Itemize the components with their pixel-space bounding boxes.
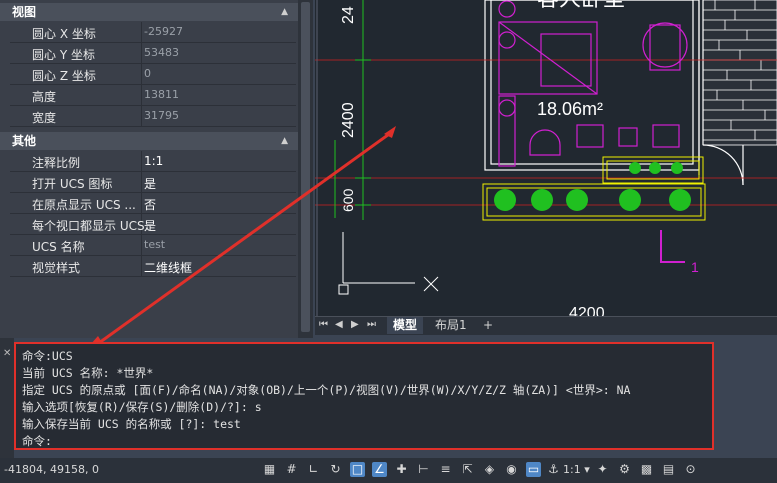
snap-grid-icon[interactable]: # [284, 462, 299, 477]
command-input[interactable]: 命令: [22, 433, 52, 449]
command-line: 输入保存当前 UCS 的名称或 [?]: test [22, 417, 241, 431]
dynamic-ucs-icon[interactable]: ⊢ [416, 462, 431, 477]
properties-icon[interactable]: ▤ [661, 462, 676, 477]
command-line-gutter: ✕ [0, 338, 14, 458]
angle-icon[interactable]: ∠ [372, 462, 387, 477]
grid-icon[interactable]: ▦ [262, 462, 277, 477]
fullscreen-icon[interactable]: ▩ [639, 462, 654, 477]
settings-icon[interactable]: ⚙ [617, 462, 632, 477]
isolate-icon[interactable]: ◉ [504, 462, 519, 477]
ortho-icon[interactable]: ∟ [306, 462, 321, 477]
selection-icon[interactable]: ⇱ [460, 462, 475, 477]
cursor-coordinates: -41804, 49158, 0 [4, 463, 99, 476]
annotation-scale-dropdown[interactable]: 1:1 ▾ [563, 463, 590, 476]
cross-icon[interactable]: ✚ [394, 462, 409, 477]
command-line: 输入选项[恢复(R)/保存(S)/删除(D)/?]: s [22, 400, 262, 414]
annotation-icon[interactable]: ▭ [526, 462, 541, 477]
command-line: 指定 UCS 的原点或 [面(F)/命名(NA)/对象(OB)/上一个(P)/视… [22, 383, 631, 397]
close-icon[interactable]: ✕ [3, 348, 11, 359]
command-line: 命令:UCS [22, 349, 73, 363]
command-line: 当前 UCS 名称: *世界* [22, 366, 154, 380]
polar-icon[interactable]: ↻ [328, 462, 343, 477]
status-bar: -41804, 49158, 0 ▦ # ∟ ↻ □ ∠ ✚ ⊢ ≡ ⇱ ◈ ◉… [0, 458, 777, 483]
object-snap-icon[interactable]: □ [350, 462, 365, 477]
lineweight-icon[interactable]: ≡ [438, 462, 453, 477]
workspace-icon[interactable]: ✦ [595, 462, 610, 477]
layer-icon[interactable]: ◈ [482, 462, 497, 477]
command-history[interactable]: 命令:UCS 当前 UCS 名称: *世界* 指定 UCS 的原点或 [面(F)… [14, 342, 714, 450]
scale-icon[interactable]: ⚓ [546, 462, 561, 477]
customize-icon[interactable]: ⊙ [683, 462, 698, 477]
